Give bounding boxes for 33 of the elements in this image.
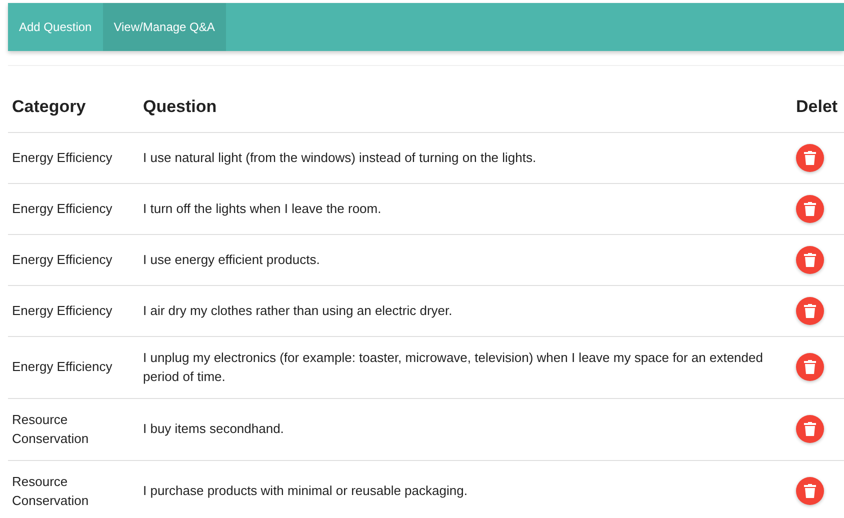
delete-button[interactable] [796, 477, 824, 505]
trash-icon [804, 360, 816, 374]
category-cell: Energy Efficiency [8, 234, 139, 285]
delete-button[interactable] [796, 415, 824, 443]
question-cell: I air dry my clothes rather than using an electric dryer. [139, 285, 792, 336]
question-cell: I purchase products with minimal or reusable packaging. [139, 460, 792, 518]
question-cell: I use natural light (from the windows) instead of turning on the lights. [139, 132, 792, 183]
trash-icon [804, 484, 816, 498]
trash-icon [804, 150, 816, 164]
delete-button[interactable] [796, 353, 824, 381]
nav-tab[interactable]: Add Question [8, 3, 103, 51]
category-cell: Energy Efficiency [8, 285, 139, 336]
column-header: Question [139, 82, 792, 132]
question-cell: I use energy efficient products. [139, 234, 792, 285]
question-cell: I unplug my electronics (for example: toaster, microwave, television) when I leave my space for an extended period of time. [139, 336, 792, 398]
delete-button[interactable] [796, 144, 824, 172]
delete-button[interactable] [796, 194, 824, 222]
trash-icon [804, 304, 816, 318]
trash-icon [804, 252, 816, 266]
category-cell: Resource Conservation [8, 398, 139, 460]
category-cell: Energy Efficiency [8, 336, 139, 398]
question-cell: I buy items secondhand. [139, 398, 792, 460]
column-header: Category [8, 82, 139, 132]
category-cell: Energy Efficiency [8, 183, 139, 234]
trash-icon [804, 422, 816, 436]
column-header: Delet [792, 82, 844, 132]
delete-button[interactable] [796, 246, 824, 274]
category-cell: Energy Efficiency [8, 132, 139, 183]
nav-tab[interactable]: View/Manage Q&A [102, 3, 226, 51]
question-cell: I turn off the lights when I leave the room. [139, 183, 792, 234]
trash-icon [804, 202, 816, 216]
delete-button[interactable] [796, 296, 824, 324]
category-cell: Resource Conservation [8, 460, 139, 518]
